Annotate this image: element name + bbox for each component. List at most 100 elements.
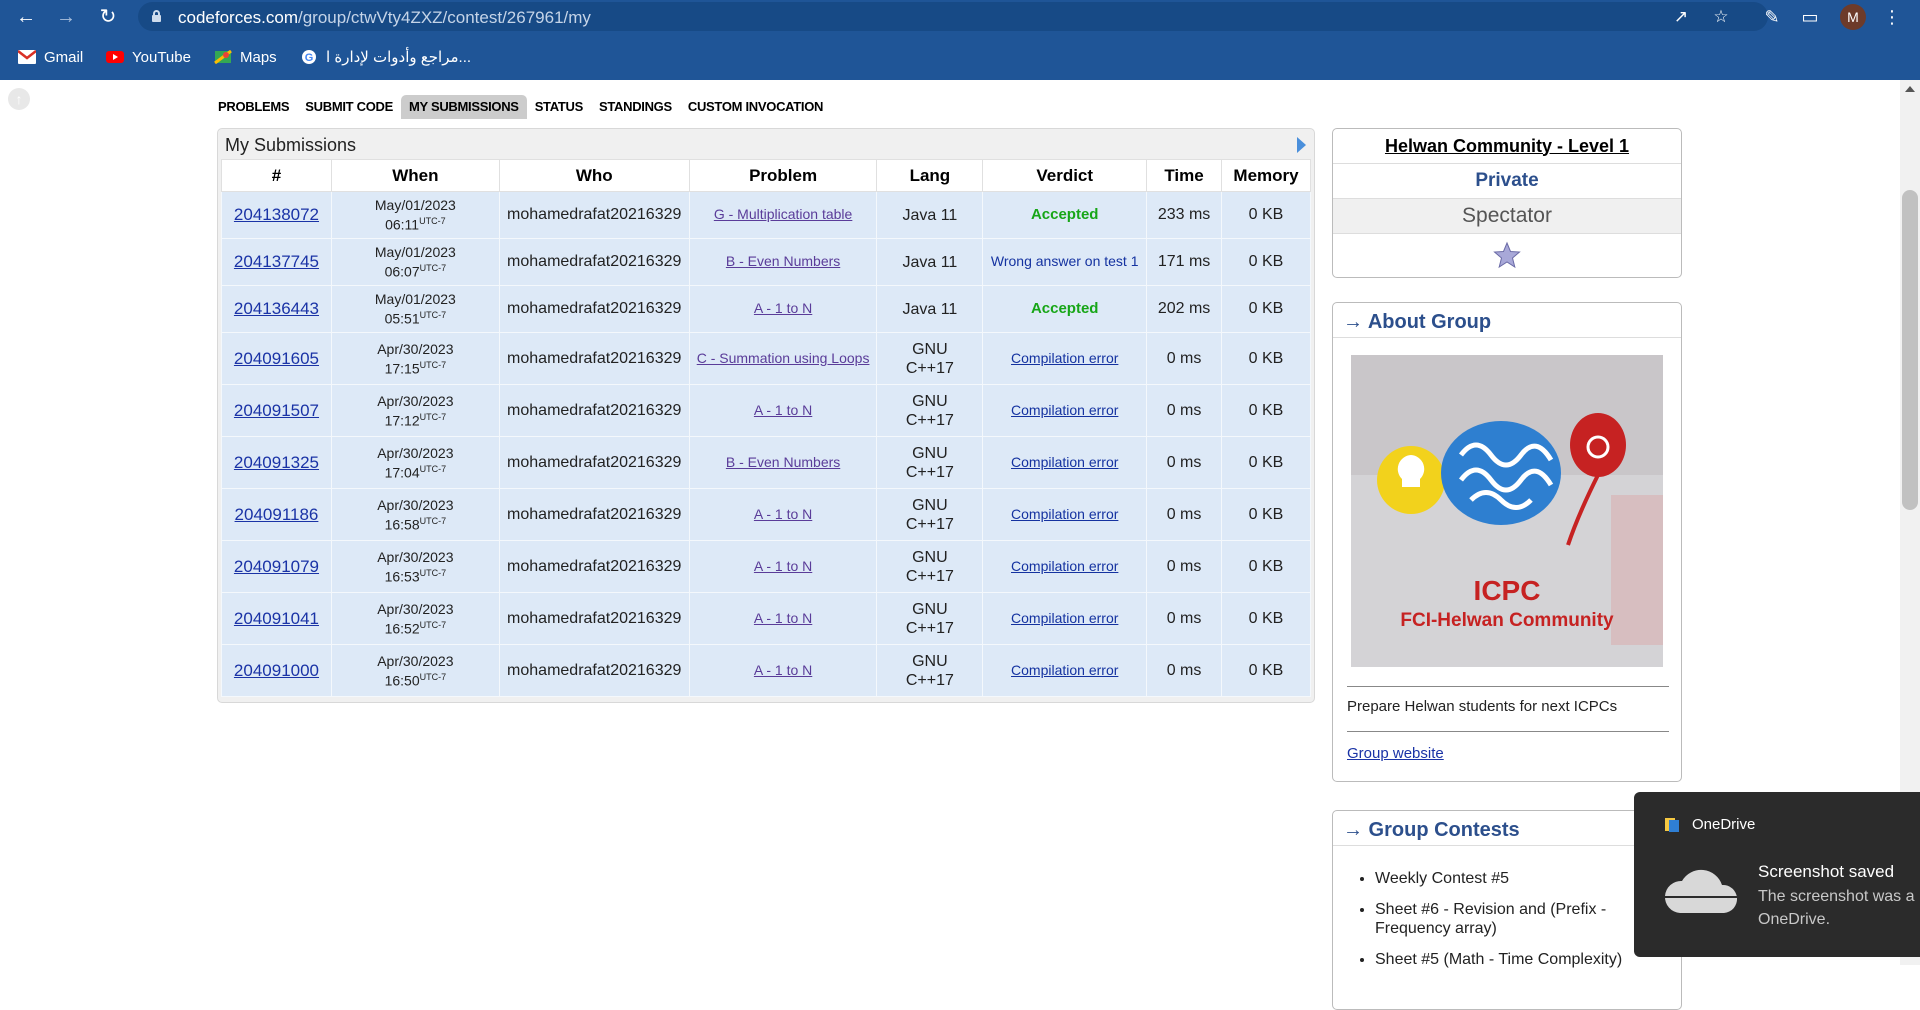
tab-custom-invocation[interactable]: CUSTOM INVOCATION — [680, 95, 831, 119]
contest-list: Weekly Contest #5 Sheet #6 - Revision an… — [1361, 869, 1661, 981]
memory-used: 0 KB — [1248, 453, 1284, 471]
problem-cell: G - Multiplication table — [688, 191, 878, 239]
id-cell: 204137745 — [221, 238, 332, 286]
author-handle[interactable]: mohamedrafat20216329 — [507, 506, 681, 523]
memory-used: 0 KB — [1248, 505, 1284, 523]
verdict-label[interactable]: Compilation error — [1011, 454, 1118, 470]
table-row: 204091079 Apr/30/2023 16:53UTC-7 mohamedraf… — [221, 540, 1311, 593]
problem-link[interactable]: C - Summation using Loops — [697, 350, 870, 366]
profile-avatar[interactable]: M — [1840, 4, 1866, 30]
run-time: 0 ms — [1166, 661, 1202, 679]
author-handle[interactable]: mohamedrafat20216329 — [507, 402, 681, 419]
bookmark-star-icon[interactable]: ☆ — [1710, 7, 1732, 27]
author-handle[interactable]: mohamedrafat20216329 — [507, 558, 681, 575]
verdict-label[interactable]: Compilation error — [1011, 558, 1118, 574]
verdict-label[interactable]: Compilation error — [1011, 350, 1118, 366]
back-arrow-icon[interactable]: ← — [14, 5, 38, 29]
contest-item[interactable]: Sheet #6 - Revision and (Prefix - Freque… — [1375, 900, 1661, 938]
scroll-to-top-icon[interactable]: ↑ — [8, 88, 30, 110]
lang-cell: Java 11 — [902, 206, 958, 224]
bookmark-arabic[interactable]: G مراجع وأدوات لإدارة ا... — [300, 43, 471, 71]
verdict-cell: Accepted — [982, 285, 1148, 333]
problem-link[interactable]: A - 1 to N — [754, 558, 812, 574]
address-bar[interactable]: codeforces.com/group/ctwVty4ZXZ/contest/… — [138, 2, 1768, 31]
logo-subtitle: FCI-Helwan Community — [1400, 610, 1614, 631]
scrollbar-thumb[interactable] — [1902, 190, 1918, 510]
verdict-label[interactable]: Compilation error — [1011, 402, 1118, 418]
who-cell: mohamedrafat20216329 — [498, 644, 690, 697]
reload-icon[interactable]: ↻ — [96, 5, 120, 29]
problem-link[interactable]: G - Multiplication table — [714, 206, 853, 222]
side-panel-icon[interactable]: ▭ — [1798, 5, 1822, 29]
submission-id-link[interactable]: 204091079 — [234, 557, 319, 576]
tab-standings[interactable]: STANDINGS — [591, 95, 680, 119]
author-handle[interactable]: mohamedrafat20216329 — [507, 206, 681, 223]
favourite-star-icon[interactable] — [1493, 241, 1521, 269]
contest-item[interactable]: Sheet #5 (Math - Time Complexity) — [1375, 950, 1661, 969]
who-cell: mohamedrafat20216329 — [498, 436, 690, 489]
submission-id-link[interactable]: 204091325 — [234, 453, 319, 472]
tab-submit-code[interactable]: SUBMIT CODE — [297, 95, 401, 119]
group-name-link[interactable]: Helwan Community - Level 1 — [1385, 136, 1629, 157]
table-row: 204091186 Apr/30/2023 16:58UTC-7 mohamedraf… — [221, 488, 1311, 541]
share-icon[interactable]: ↗ — [1670, 7, 1692, 27]
submissions-body: 204138072 May/01/2023 06:11 UTC-7 mohamedraf… — [221, 191, 1311, 697]
verdict-label[interactable]: Compilation error — [1011, 506, 1118, 522]
author-handle[interactable]: mohamedrafat20216329 — [507, 253, 681, 270]
group-website-link[interactable]: Group website — [1347, 745, 1444, 762]
submission-date: May/01/2023 — [374, 197, 456, 214]
timezone-label: UTC-7 — [419, 619, 447, 630]
submission-date: Apr/30/2023 — [377, 548, 454, 565]
author-handle[interactable]: mohamedrafat20216329 — [507, 662, 681, 679]
group-contests-box: → Group Contests Weekly Contest #5 Sheet… — [1332, 810, 1682, 1010]
verdict-label[interactable]: Compilation error — [1011, 610, 1118, 626]
bookmark-youtube[interactable]: YouTube — [106, 43, 191, 71]
problem-link[interactable]: A - 1 to N — [754, 610, 812, 626]
memory-cell: 0 KB — [1221, 384, 1311, 437]
tab-status[interactable]: STATUS — [527, 95, 591, 119]
submission-time: 06:11 — [385, 216, 420, 233]
verdict-label[interactable]: Compilation error — [1011, 662, 1118, 678]
contest-item[interactable]: Weekly Contest #5 — [1375, 869, 1661, 888]
menu-kebab-icon[interactable]: ⋮ — [1880, 5, 1904, 29]
lang-cell: GNU C++17 — [905, 340, 954, 377]
id-cell: 204091186 — [221, 488, 332, 541]
expand-arrow-icon[interactable] — [1297, 137, 1306, 153]
scroll-up-arrow-icon[interactable] — [1905, 86, 1915, 92]
google-icon: G — [302, 50, 316, 64]
submission-id-link[interactable]: 204091186 — [235, 505, 319, 524]
bookmark-maps[interactable]: Maps — [214, 43, 277, 71]
onedrive-notification[interactable]: OneDrive Screenshot saved The screenshot… — [1634, 792, 1920, 957]
problem-link[interactable]: B - Even Numbers — [726, 253, 840, 269]
extensions-icon[interactable]: ✎ — [1760, 5, 1784, 29]
submission-id-link[interactable]: 204138072 — [234, 205, 319, 224]
submission-id-link[interactable]: 204091605 — [234, 349, 319, 368]
tab-problems[interactable]: PROBLEMS — [210, 95, 297, 119]
author-handle[interactable]: mohamedrafat20216329 — [507, 300, 681, 317]
who-cell: mohamedrafat20216329 — [498, 540, 690, 593]
problem-link[interactable]: B - Even Numbers — [726, 454, 840, 470]
tab-my-submissions[interactable]: MY SUBMISSIONS — [400, 95, 527, 119]
submission-id-link[interactable]: 204091000 — [234, 661, 319, 680]
problem-link[interactable]: A - 1 to N — [754, 506, 812, 522]
when-cell: Apr/30/2023 17:04UTC-7 — [330, 436, 500, 489]
table-row: 204091507 Apr/30/2023 17:12UTC-7 mohamedraf… — [221, 384, 1311, 437]
submission-id-link[interactable]: 204091041 — [234, 609, 319, 628]
problem-link[interactable]: A - 1 to N — [754, 662, 812, 678]
submission-time: 16:52 — [384, 620, 420, 637]
verdict-label: Accepted — [1030, 206, 1099, 223]
table-row: 204091000 Apr/30/2023 16:50UTC-7 mohamedraf… — [221, 644, 1311, 697]
problem-link[interactable]: A - 1 to N — [754, 300, 812, 316]
submission-date: Apr/30/2023 — [377, 652, 454, 669]
author-handle[interactable]: mohamedrafat20216329 — [507, 454, 681, 471]
column-header: Verdict — [982, 159, 1148, 192]
author-handle[interactable]: mohamedrafat20216329 — [507, 350, 681, 367]
author-handle[interactable]: mohamedrafat20216329 — [507, 610, 681, 627]
submission-id-link[interactable]: 204091507 — [234, 401, 319, 420]
column-header: Memory — [1221, 159, 1311, 192]
bookmark-gmail[interactable]: Gmail — [18, 43, 83, 71]
submission-id-link[interactable]: 204137745 — [234, 252, 319, 271]
submission-id-link[interactable]: 204136443 — [234, 299, 319, 318]
forward-arrow-icon[interactable]: → — [54, 5, 78, 29]
problem-link[interactable]: A - 1 to N — [754, 402, 812, 418]
